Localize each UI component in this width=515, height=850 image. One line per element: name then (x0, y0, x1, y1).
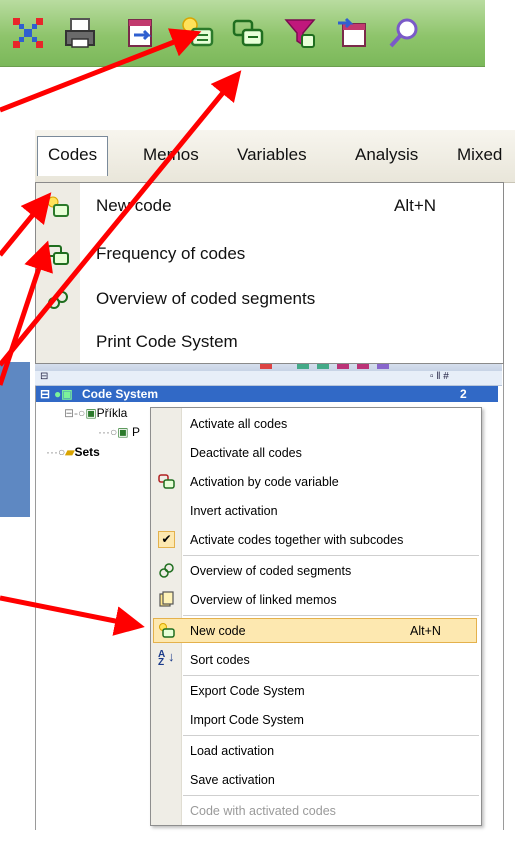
menu-mixed[interactable]: Mixed (457, 145, 502, 165)
menu-separator (183, 795, 479, 796)
new-code-icon (159, 623, 175, 638)
expand-icon[interactable]: ⊟ (40, 387, 50, 401)
activate-codes-icon[interactable] (10, 15, 46, 51)
menu-item-label: Deactivate all codes (190, 446, 302, 460)
menu-item-label: Overview of coded segments (190, 564, 352, 578)
codes-menu-new-code[interactable]: New code Alt+N (36, 185, 503, 229)
menu-item-label: Overview of linked memos (190, 593, 337, 607)
menu-item-label: New code (96, 196, 172, 215)
menu-item-label: Export Code System (190, 684, 305, 698)
code-count: 2 (460, 387, 467, 401)
menu-item-label: Invert activation (190, 504, 278, 518)
menu-item-label: Activate codes together with subcodes (190, 533, 404, 547)
menu-separator (183, 735, 479, 736)
new-code-icon[interactable] (180, 15, 216, 51)
menu-separator (183, 615, 479, 616)
ctx-import-code-system[interactable]: Import Code System (151, 706, 481, 734)
menu-memos[interactable]: Memos (143, 145, 199, 165)
column-marker: ▫ ‖ # (430, 371, 449, 382)
document-panel-edge (0, 362, 30, 517)
menu-item-label: Activation by code variable (190, 475, 339, 489)
ctx-invert-activation[interactable]: Invert activation (151, 497, 481, 525)
code-system-context-menu: Activate all codes Deactivate all codes … (150, 407, 482, 826)
ctx-deactivate-all[interactable]: Deactivate all codes (151, 439, 481, 467)
ctx-load-activation[interactable]: Load activation (151, 737, 481, 765)
code-icon: ●▣ (54, 387, 73, 401)
menu-codes[interactable]: Codes (37, 136, 109, 176)
menu-item-label: Sort codes (190, 653, 250, 667)
menu-item-label: Import Code System (190, 713, 304, 727)
ctx-new-code[interactable]: New code Alt+N (151, 617, 481, 645)
ctx-code-with-activated: Code with activated codes (151, 797, 481, 825)
codes-menu-overview[interactable]: Overview of coded segments (36, 278, 503, 322)
menu-item-label: Load activation (190, 744, 275, 758)
tree-node-sets[interactable]: ···○▰Sets (46, 445, 100, 459)
coded-segments-icon (159, 563, 174, 578)
menu-item-label: Activate all codes (190, 417, 288, 431)
memo-icon (159, 591, 174, 607)
ctx-save-activation[interactable]: Save activation (151, 766, 481, 794)
menu-item-label: New code (190, 624, 246, 638)
codes-menu-print[interactable]: Print Code System (36, 326, 503, 370)
menu-item-label: Frequency of codes (96, 244, 246, 263)
menu-item-label: Code with activated codes (190, 804, 336, 818)
tree-header: ⊟ ▫ ‖ # (35, 371, 502, 386)
menu-item-label: Overview of coded segments (96, 289, 316, 308)
print-icon[interactable] (62, 15, 98, 51)
code-frequency-icon[interactable] (230, 15, 266, 51)
menu-item-shortcut: Alt+N (410, 624, 441, 638)
ctx-activate-with-subcodes[interactable]: ✔ Activate codes together with subcodes (151, 526, 481, 554)
import-icon[interactable] (124, 15, 160, 51)
menu-separator (183, 675, 479, 676)
tree-node-child[interactable]: ⊟-○▣Příkla (64, 406, 127, 420)
codes-menu-frequency[interactable]: Frequency of codes (36, 233, 503, 277)
sort-az-icon: A Z ↓ (158, 649, 175, 668)
ctx-activation-by-variable[interactable]: Activation by code variable (151, 468, 481, 496)
new-code-icon (47, 196, 69, 217)
ctx-overview-coded-segments[interactable]: Overview of coded segments (151, 557, 481, 585)
ctx-overview-linked-memos[interactable]: Overview of linked memos (151, 586, 481, 614)
menu-item-label: Print Code System (96, 332, 238, 351)
ctx-sort-codes[interactable]: A Z ↓ Sort codes (151, 646, 481, 674)
ctx-export-code-system[interactable]: Export Code System (151, 677, 481, 705)
menu-item-label: Save activation (190, 773, 275, 787)
code-frequency-icon (47, 245, 69, 265)
menu-analysis[interactable]: Analysis (355, 145, 418, 165)
menu-item-shortcut: Alt+N (394, 196, 437, 215)
check-icon: ✔ (158, 531, 175, 548)
menu-separator (183, 555, 479, 556)
tree-header-icon: ⊟ (40, 371, 49, 382)
coded-segments-icon (48, 291, 68, 309)
menu-variables[interactable]: Variables (237, 145, 307, 165)
tree-node-code-system[interactable]: ⊟ ●▣ Code System 2 (36, 386, 498, 402)
filter-icon[interactable] (282, 15, 318, 51)
codes-menu: New code Alt+N Frequency of codes Overvi… (35, 182, 504, 364)
main-toolbar (0, 0, 485, 67)
menu-bar: Codes Memos Variables Analysis Mixed (35, 130, 515, 183)
code-variable-icon (158, 474, 175, 489)
search-icon[interactable] (386, 15, 422, 51)
ctx-activate-all[interactable]: Activate all codes (151, 410, 481, 438)
tree-node-grandchild[interactable]: ···○▣ P (98, 425, 140, 439)
export-icon[interactable] (334, 15, 370, 51)
